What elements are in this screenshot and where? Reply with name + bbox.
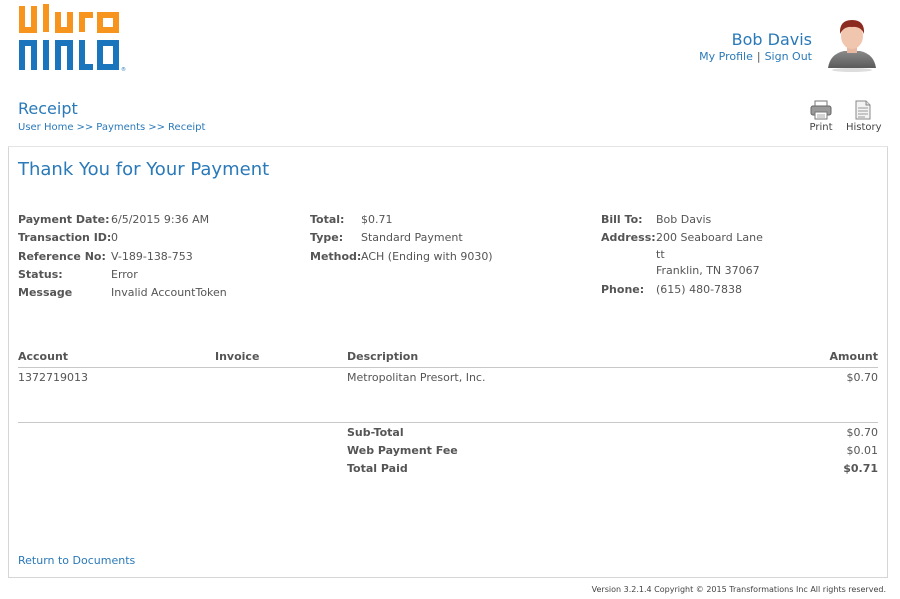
bill-to-label: Bill To: <box>601 213 643 226</box>
receipt-panel <box>8 146 888 578</box>
payment-total-column: Total: $0.71 Type: Standard Payment Method… <box>310 213 493 268</box>
breadcrumb-payments[interactable]: Payments <box>96 122 145 133</box>
uluro-logo[interactable]: ® <box>18 4 128 74</box>
payment-date-value: 6/5/2015 9:36 AM <box>111 213 210 226</box>
breadcrumb-receipt[interactable]: Receipt <box>168 122 205 133</box>
address-label: Address: <box>601 231 656 245</box>
address-line: Franklin, TN 37067 <box>656 264 760 278</box>
payment-info-column: Payment Date:6/5/2015 9:36 AM Transactio… <box>18 213 227 304</box>
type-label: Type: <box>310 231 344 245</box>
transaction-id-label: Transaction ID: <box>18 231 112 245</box>
header-divider <box>18 367 878 368</box>
method-value: ACH (Ending with 9030) <box>361 249 493 263</box>
panel-divider <box>8 146 888 147</box>
subtotal-value: $0.70 <box>846 426 879 439</box>
message-value: Invalid AccountToken <box>111 286 227 300</box>
page-title: Receipt <box>18 99 78 118</box>
row-description: Metropolitan Presort, Inc. <box>347 371 486 384</box>
subtotal-label: Sub-Total <box>347 426 404 439</box>
method-label: Method: <box>310 249 362 263</box>
status-value: Error <box>111 267 138 281</box>
user-name: Bob Davis <box>731 30 812 49</box>
total-paid-label: Total Paid <box>347 462 408 475</box>
row-account: 1372719013 <box>18 371 88 384</box>
history-document-icon <box>855 100 871 120</box>
column-header-amount: Amount <box>829 350 878 363</box>
column-header-account: Account <box>18 350 69 363</box>
reference-no-label: Reference No: <box>18 249 106 263</box>
total-label: Total: <box>310 213 345 226</box>
status-label: Status: <box>18 267 63 281</box>
receipt-heading: Thank You for Your Payment <box>18 159 270 180</box>
address-line: 200 Seaboard Lane <box>656 231 763 245</box>
address-value: 200 Seaboard Lane tt Franklin, TN 37067 <box>656 230 763 280</box>
footer-copyright: Version 3.2.1.4 Copyright © 2015 Transfo… <box>591 585 886 594</box>
history-label: History <box>846 122 882 133</box>
breadcrumb-user-home[interactable]: User Home <box>18 122 74 133</box>
type-value: Standard Payment <box>361 231 463 245</box>
printer-icon <box>810 100 832 120</box>
web-payment-fee-value: $0.01 <box>846 444 879 457</box>
user-link-separator: | <box>756 50 761 63</box>
user-links: My Profile | Sign Out <box>699 50 812 63</box>
svg-text:®: ® <box>121 66 126 73</box>
return-to-documents-link[interactable]: Return to Documents <box>18 554 135 567</box>
bill-to-value: Bob Davis <box>656 213 712 226</box>
phone-label: Phone: <box>601 283 645 297</box>
my-profile-link[interactable]: My Profile <box>699 50 753 63</box>
payment-date-label: Payment Date: <box>18 213 110 226</box>
column-header-invoice: Invoice <box>215 350 260 363</box>
address-line: tt <box>656 247 665 261</box>
reference-no-value: V-189-138-753 <box>111 249 193 263</box>
total-paid-value: $0.71 <box>843 462 878 475</box>
totals-divider <box>18 422 878 423</box>
bill-to-column: Bill To: Bob Davis Address:200 Seaboard L… <box>601 213 763 302</box>
sign-out-link[interactable]: Sign Out <box>765 50 812 63</box>
phone-value: (615) 480-7838 <box>656 283 743 297</box>
breadcrumb-separator: >> <box>148 122 166 133</box>
print-button[interactable]: Print <box>806 100 836 133</box>
transaction-id-value: 0 <box>111 231 118 245</box>
message-label: Message <box>18 286 73 300</box>
breadcrumb-separator: >> <box>76 122 94 133</box>
history-button[interactable]: History <box>846 100 882 133</box>
person-avatar-icon[interactable] <box>826 16 878 72</box>
row-amount: $0.70 <box>846 371 879 384</box>
breadcrumb: User Home >> Payments >> Receipt <box>18 122 205 133</box>
total-value: $0.71 <box>361 213 393 226</box>
column-header-description: Description <box>347 350 419 363</box>
web-payment-fee-label: Web Payment Fee <box>347 444 458 457</box>
print-label: Print <box>809 122 833 133</box>
